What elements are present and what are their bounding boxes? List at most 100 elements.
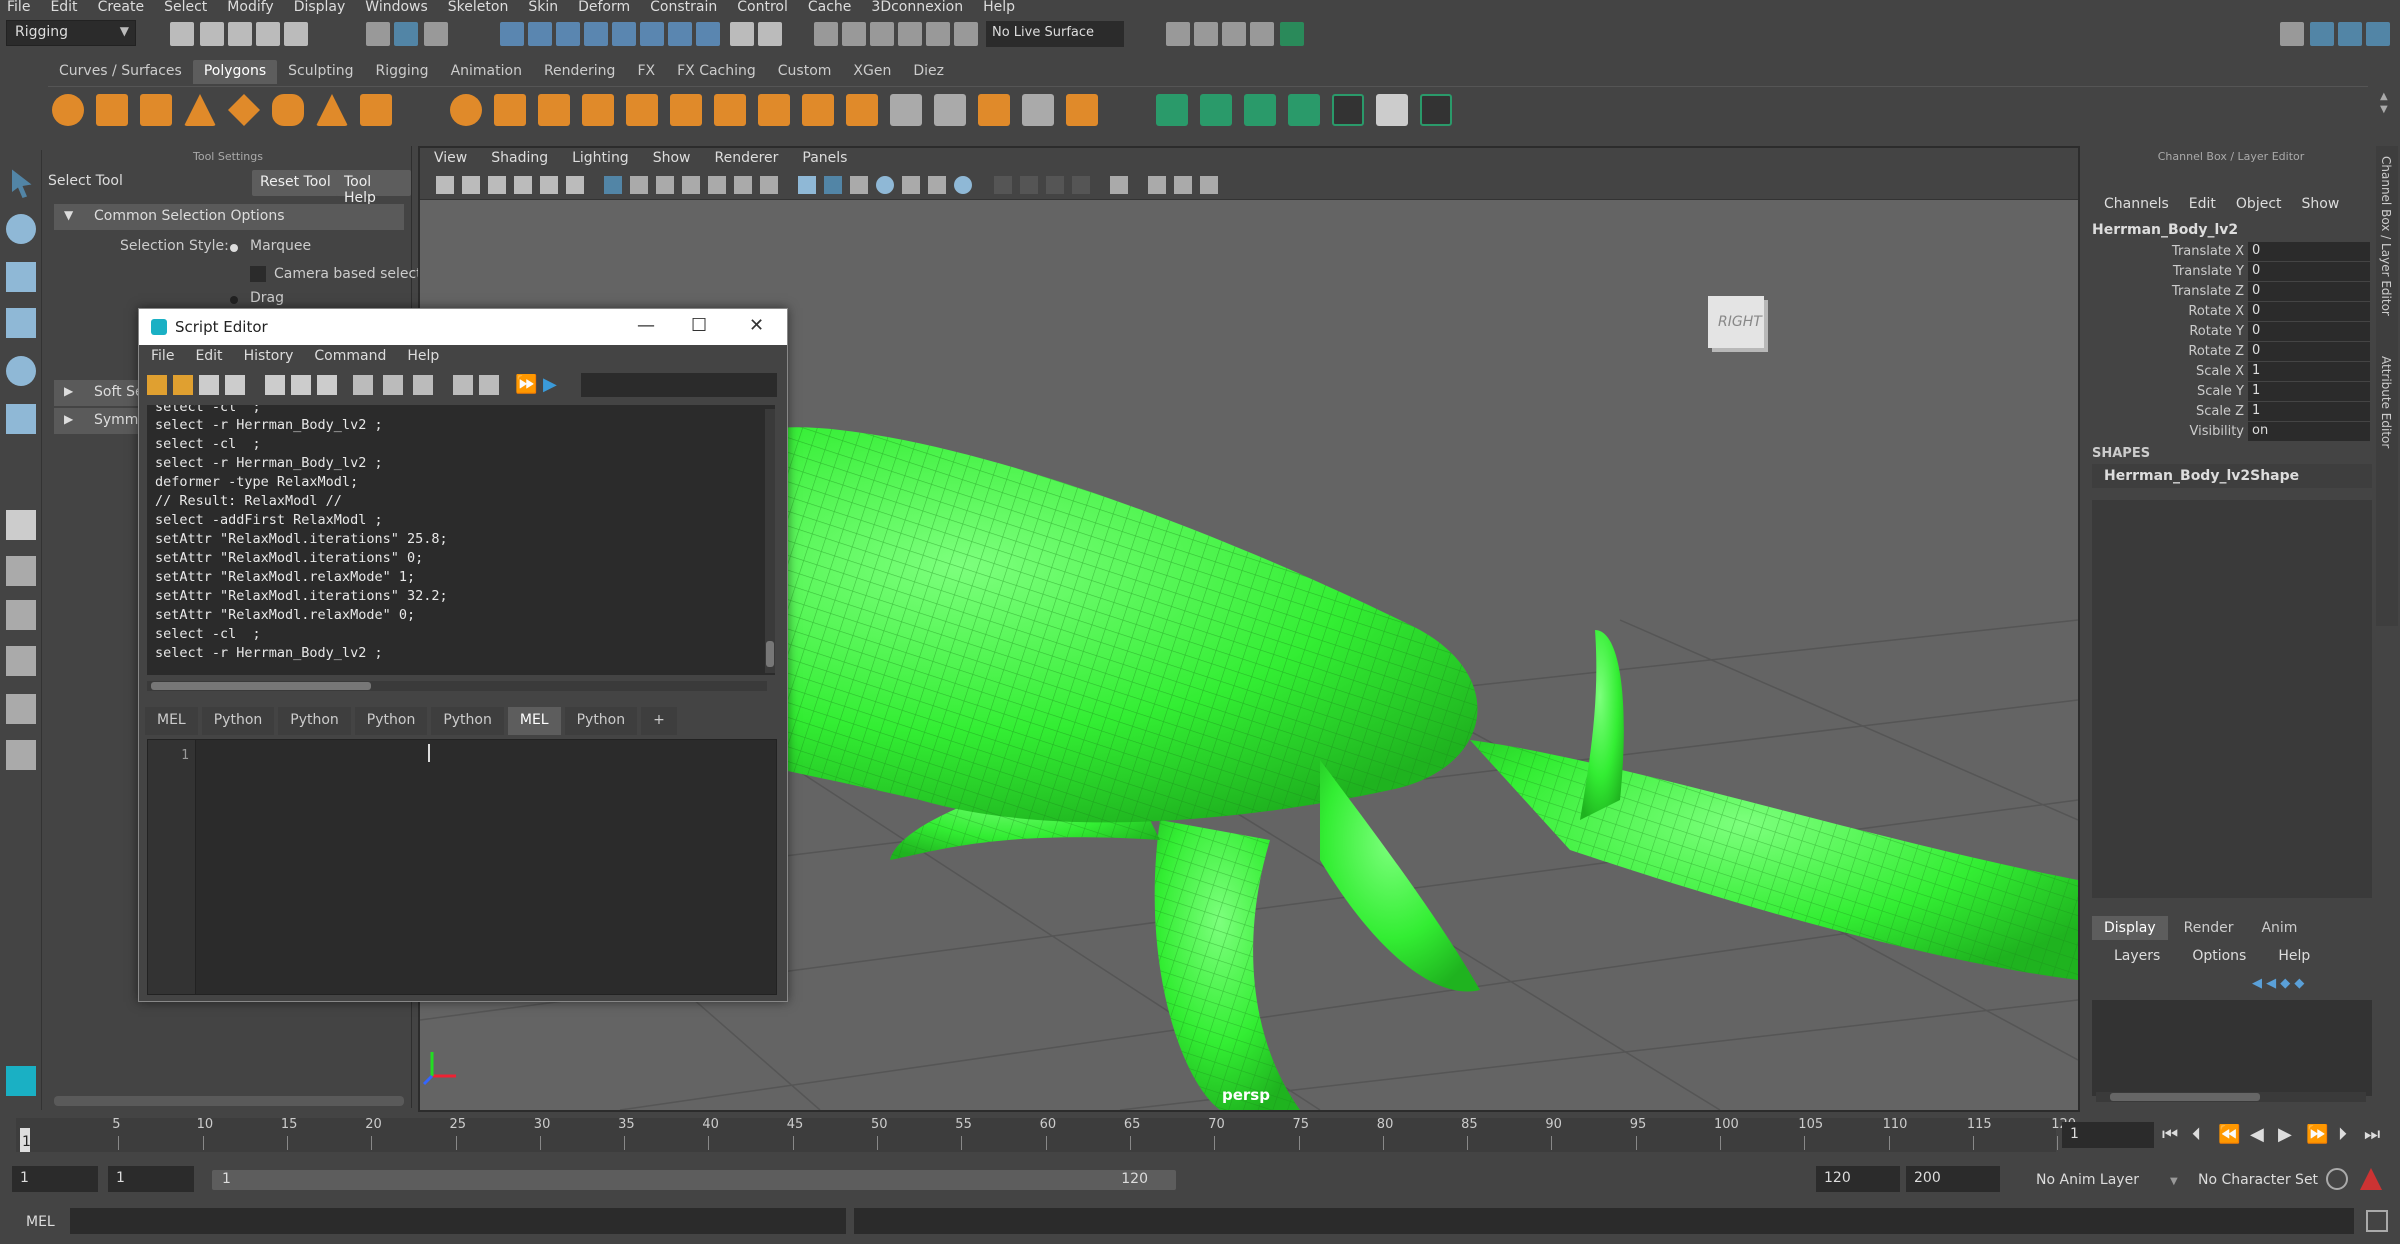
shelf-tab-xgen[interactable]: XGen [842,60,902,84]
channel-value[interactable]: 0 [2248,282,2370,301]
history-icon[interactable] [668,22,692,46]
vp-menu-view[interactable]: View [420,148,477,170]
offset-loop-icon[interactable] [934,94,966,126]
shelf-tab-custom[interactable]: Custom [767,60,843,84]
extrude-icon[interactable] [582,94,614,126]
shelf-tab-fx[interactable]: FX [626,60,666,84]
planar-map-icon[interactable] [1156,94,1188,126]
script-tab-python[interactable]: Python [431,707,504,735]
layer-menu-help[interactable]: Help [2256,948,2320,964]
channel-row[interactable]: Rotate Z 0 [2092,342,2372,362]
script-tab-python[interactable]: Python [278,707,351,735]
clear-history-icon[interactable] [265,375,285,395]
menu-skin[interactable]: Skin [521,0,571,14]
film-gate-icon[interactable] [630,176,648,194]
channel-row[interactable]: Rotate X 0 [2092,302,2372,322]
shelf-tab-curves[interactable]: Curves / Surfaces [48,60,193,84]
scroll-thumb[interactable] [151,682,371,690]
checker-icon[interactable] [1376,94,1408,126]
symmetry-icon[interactable] [758,22,782,46]
script-tab-python[interactable]: Python [201,707,275,735]
layer-menu-options[interactable]: Options [2170,948,2256,964]
persp-outliner-icon[interactable] [6,694,36,724]
channel-row[interactable]: Translate Y 0 [2092,262,2372,282]
channel-row[interactable]: Translate X 0 [2092,242,2372,262]
menu-3dconnexion[interactable]: 3Dconnexion [864,0,976,14]
layer-list[interactable] [2092,1000,2372,1096]
vp-menu-lighting[interactable]: Lighting [558,148,639,170]
channel-row[interactable]: Scale X 1 [2092,362,2372,382]
auto-map-icon[interactable] [1288,94,1320,126]
safe-title-icon[interactable] [760,176,778,194]
bevel-icon[interactable] [670,94,702,126]
poly-cube-icon[interactable] [96,94,128,126]
lights-icon[interactable] [902,176,920,194]
shelf-tab-fx-caching[interactable]: FX Caching [666,60,767,84]
view-cube[interactable]: RIGHT [1708,296,1764,348]
ipr-render-icon[interactable] [1222,22,1246,46]
layer-arrow-icons[interactable]: ◀ ◀ ◆ ◆ [2252,976,2352,992]
shelf-tab-animation[interactable]: Animation [440,60,533,84]
channel-value[interactable]: 0 [2248,242,2370,261]
marquee-radio[interactable] [230,244,238,252]
bookmark-icon[interactable] [488,176,506,194]
weld-icon[interactable] [978,94,1010,126]
layer-menu-layers[interactable]: Layers [2092,948,2170,964]
shelf-tab-rigging[interactable]: Rigging [365,60,440,84]
wireframe-icon[interactable] [798,176,816,194]
source-script-icon[interactable] [173,375,193,395]
channel-row[interactable]: Visibility on [2092,422,2372,442]
hypershade-icon[interactable] [1280,22,1304,46]
camera-attr-icon[interactable] [462,176,480,194]
camera-based-checkbox[interactable] [250,266,266,282]
wireframe-on-shaded-icon[interactable] [850,176,868,194]
modeling-toolkit-icon[interactable] [2310,22,2334,46]
poly-sphere-icon[interactable] [52,94,84,126]
append-icon[interactable] [758,94,790,126]
scroll-thumb[interactable] [766,641,774,667]
select-object-icon[interactable] [394,22,418,46]
new-scene-icon[interactable] [170,22,194,46]
channel-row[interactable]: Translate Z 0 [2092,282,2372,302]
execute-all-icon[interactable]: ⏩ [515,375,537,395]
layer-tab-anim[interactable]: Anim [2249,916,2309,940]
scroll-thumb[interactable] [2110,1093,2260,1101]
shelf-tab-polygons[interactable]: Polygons [192,60,278,84]
se-menu-help[interactable]: Help [395,345,448,367]
menu-create[interactable]: Create [91,0,158,14]
grease-pencil-icon[interactable] [566,176,584,194]
move-tool-icon[interactable] [6,308,36,338]
shelf-tab-diez[interactable]: Diez [902,60,955,84]
tool-settings-scrollbar[interactable] [54,1096,404,1106]
poly-cylinder-icon[interactable] [140,94,172,126]
script-tab-python[interactable]: Python [354,707,428,735]
add-tab-button[interactable]: + [641,707,677,735]
command-input[interactable] [70,1208,846,1234]
smooth-shade-icon[interactable] [824,176,842,194]
dof-icon[interactable] [1046,176,1064,194]
mirror-icon[interactable] [1066,94,1098,126]
menu-constrain[interactable]: Constrain [643,0,730,14]
go-to-start-icon[interactable]: ⏮ [2162,1124,2178,1145]
se-menu-file[interactable]: File [139,345,183,367]
multi-cut-icon[interactable] [714,94,746,126]
step-forward-frame-icon[interactable]: ⏵ [2338,1124,2347,1145]
insert-loop-icon[interactable] [890,94,922,126]
shelf-tab-rendering[interactable]: Rendering [533,60,627,84]
script-search-input[interactable] [581,373,777,397]
se-menu-history[interactable]: History [232,345,303,367]
separate-icon[interactable] [494,94,526,126]
play-forwards-icon[interactable]: ▶ [2278,1124,2292,1145]
clear-input-icon[interactable] [291,375,311,395]
fill-hole-icon[interactable] [846,94,878,126]
quad-draw-icon[interactable] [802,94,834,126]
side-tab-channel-box[interactable]: Channel Box / Layer Editor [2379,156,2393,316]
script-editor-shortcut-icon[interactable] [2366,1210,2388,1232]
channel-row[interactable]: Scale Z 1 [2092,402,2372,422]
clear-all-icon[interactable] [317,375,337,395]
step-forward-key-icon[interactable]: ⏩ [2306,1124,2328,1145]
channel-value[interactable]: 0 [2248,322,2370,341]
save-scene-icon[interactable] [228,22,252,46]
layer-scrollbar[interactable] [2096,1092,2366,1102]
cb-menu-edit[interactable]: Edit [2177,196,2224,212]
